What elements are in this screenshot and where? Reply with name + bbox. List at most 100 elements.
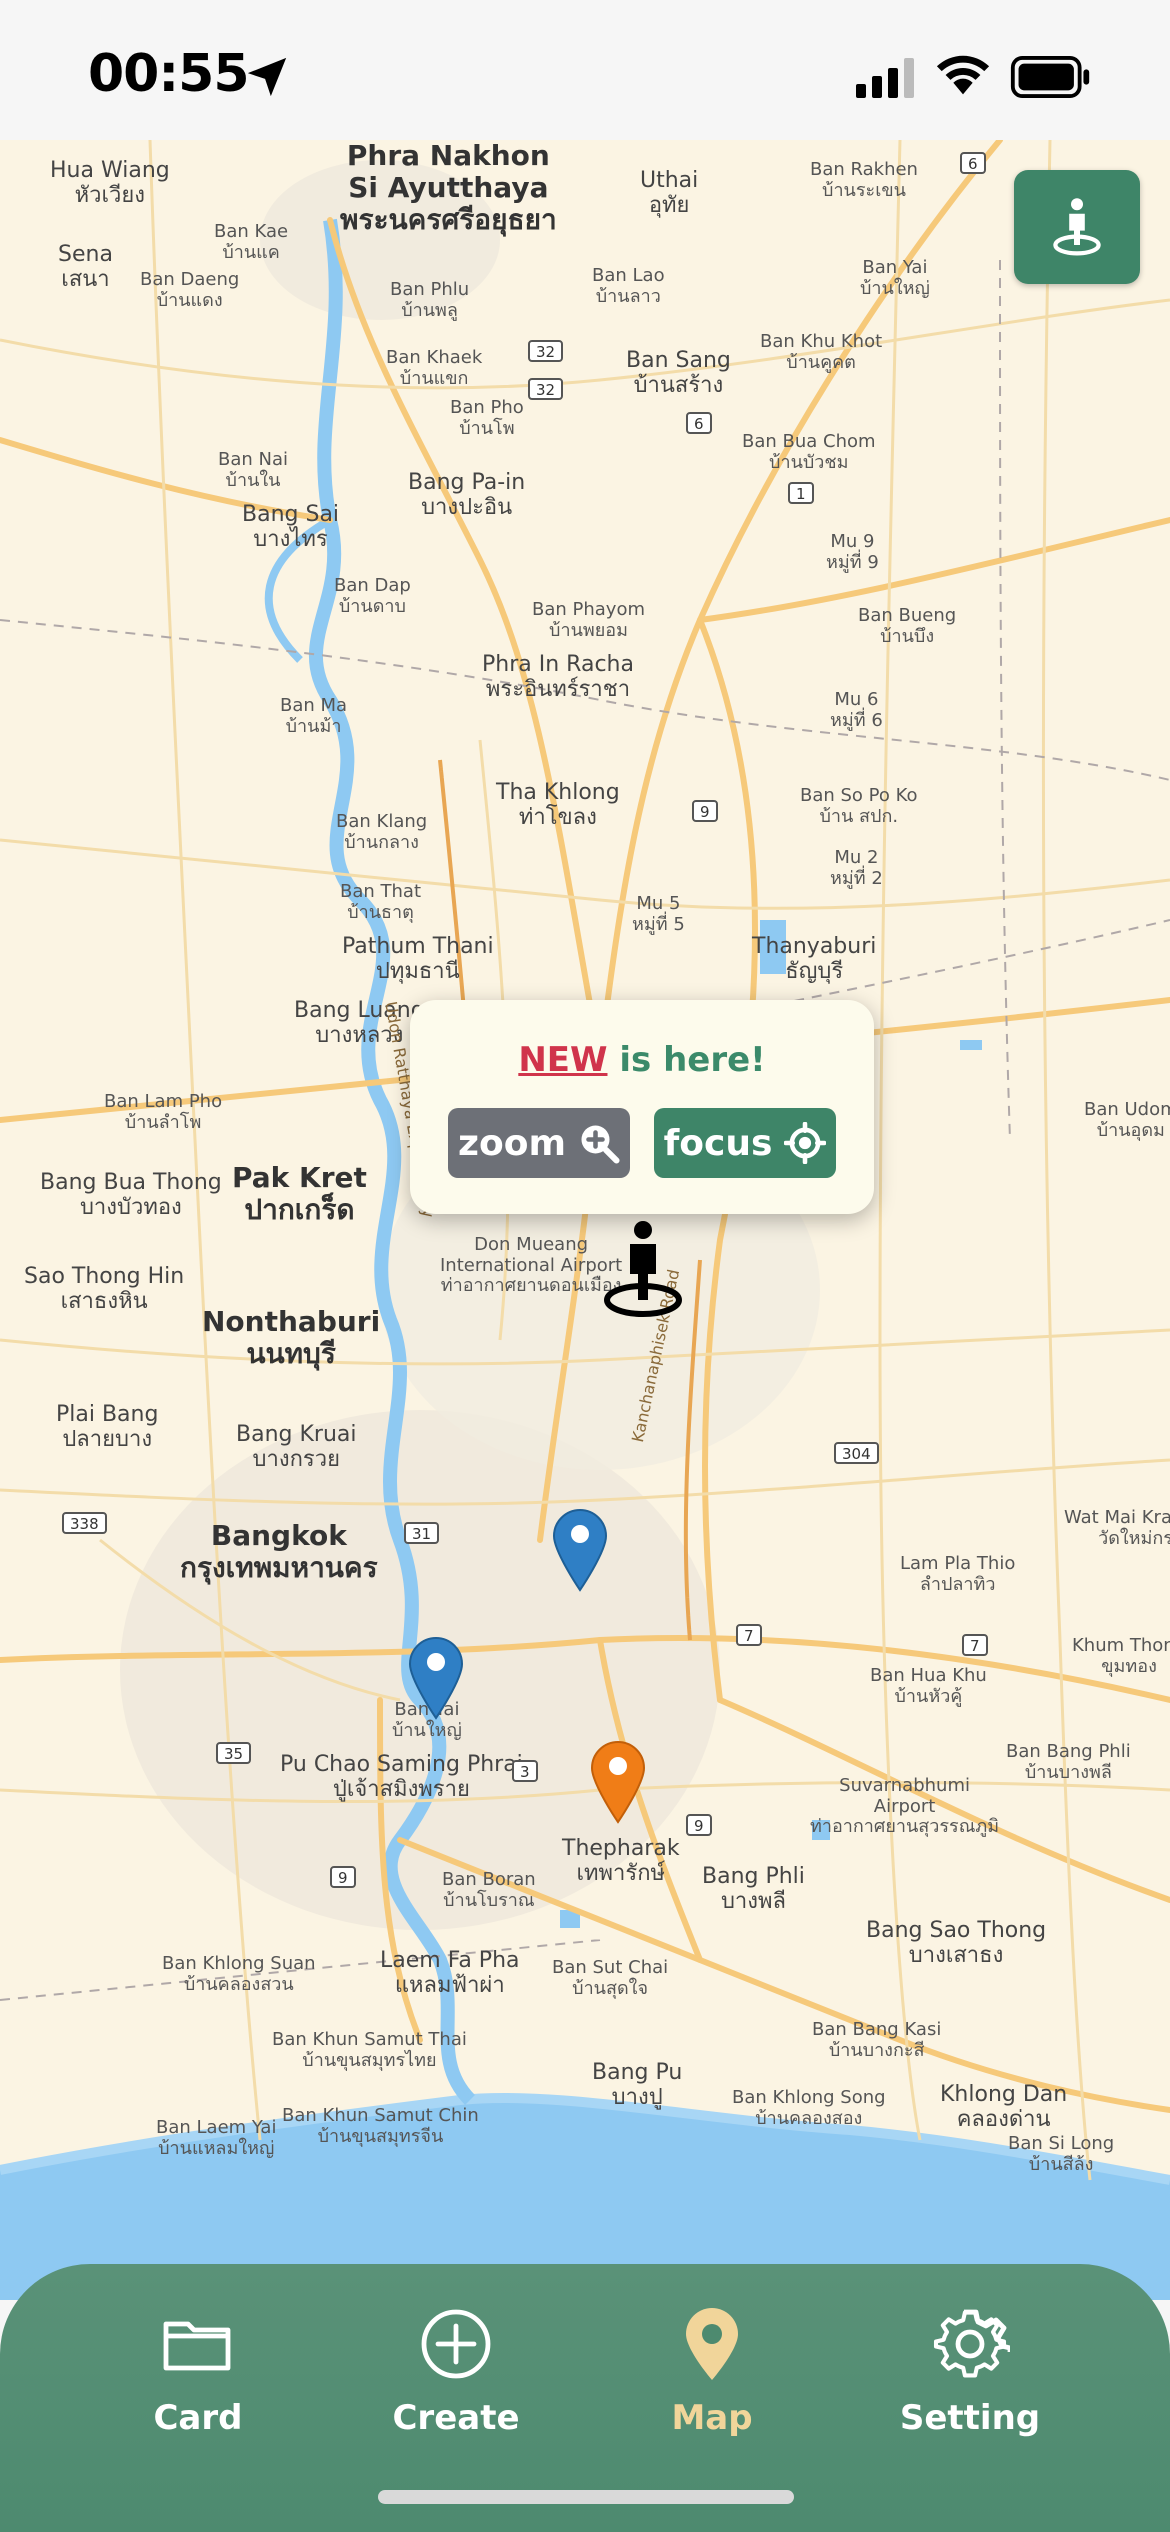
map-place-label: Ban Nai บ้านใน (218, 449, 289, 491)
map-place-label: Uthai อุทัย (640, 168, 699, 219)
route-shield: 9 (686, 1814, 712, 1836)
map-place-label: Mu 5 หมู่ที่ 5 (632, 893, 685, 935)
map-place-label: Ban Pho บ้านโพ (450, 397, 524, 439)
status-bar: 00:55 (0, 0, 1170, 140)
map-place-label: Suvarnabhumi Airport ท่าอากาศยานสุวรรณภูมิ (810, 1775, 1000, 1838)
map-view[interactable]: Phra Nakhon Si Ayutthaya พระนครศรีอยุธยา Hu… (0, 140, 1170, 2300)
map-place-label: Bang Bua Thong บางบัวทอง (40, 1170, 222, 1221)
map-place-label: Ban Bua Chom บ้านบัวชม (742, 431, 876, 473)
route-shield: 338 (62, 1512, 107, 1534)
map-place-label: Mu 9 หมู่ที่ 9 (826, 531, 879, 573)
map-place-label: Bang Phli บางพลี (702, 1864, 805, 1915)
map-pin-marker[interactable] (552, 1508, 608, 1592)
my-location-button[interactable] (1014, 170, 1140, 284)
map-place-label: Ban Kae บ้านแค (214, 221, 289, 263)
tab-map[interactable]: Map (612, 2304, 812, 2454)
map-place-label: Ban So Po Ko บ้าน สปก. (800, 785, 918, 827)
tab-setting-label: Setting (899, 2398, 1041, 2438)
plus-circle-icon (421, 2309, 491, 2379)
user-location-icon (604, 1221, 682, 1317)
water-patch (960, 1040, 982, 1050)
map-pin-marker[interactable] (408, 1636, 464, 1720)
zoom-button-label: zoom (458, 1122, 566, 1164)
status-time: 00:55 (88, 44, 250, 104)
route-shield: 6 (686, 412, 712, 434)
map-place-label: Ban Bueng บ้านบึง (858, 605, 957, 647)
map-place-label: Bangkok กรุงเทพมหานคร (180, 1519, 378, 1585)
map-place-label: Ban Rakhen บ้านระเขน (810, 159, 918, 201)
map-place-label: Don Mueang International Airport ท่าอากาศย… (440, 1234, 623, 1297)
route-shield: 7 (736, 1624, 762, 1646)
focus-button[interactable]: focus (654, 1108, 836, 1178)
route-shield: 3 (512, 1760, 538, 1782)
map-place-label: Thepharak เทพารักษ์ (562, 1836, 680, 1887)
map-place-label: Ban Daeng บ้านแดง (140, 269, 240, 311)
map-place-label: Tha Khlong ท่าโขลง (496, 780, 620, 831)
tab-setting[interactable]: Setting (870, 2304, 1070, 2454)
map-place-label: Ban Boran บ้านโบราณ (442, 1869, 536, 1911)
map-place-label: Sao Thong Hin เสาธงหิน (24, 1264, 185, 1315)
map-place-label: Ban Khlong Song บ้านคลองสอง (732, 2087, 886, 2129)
map-place-label: Ban Hua Khu บ้านหัวคู้ (870, 1665, 987, 1707)
map-place-label: Ban Khun Samut Chin บ้านขุนสมุทรจีน (282, 2105, 479, 2147)
map-place-label: Mu 2 หมู่ที่ 2 (830, 847, 883, 889)
route-shield: 9 (330, 1866, 356, 1888)
map-place-label: Ban Lao บ้านลาว (592, 265, 665, 307)
map-place-label: Bang Sai บางไทร (242, 502, 340, 553)
map-place-label: Bang Sao Thong บางเสาธง (866, 1918, 1047, 1969)
map-place-label: Hua Wiang หัวเวียง (50, 158, 170, 209)
map-place-label: Wat Mai Krathum Lomวัดใหม่กระทุ่มล้ม (1064, 1507, 1170, 1549)
map-place-label: Ban Phlu บ้านพลู (390, 279, 470, 321)
tab-card[interactable]: Card (98, 2304, 298, 2454)
map-place-label: Phra In Racha พระอินทร์ราชา (482, 652, 634, 703)
map-place-label: Ban Khlong Suan บ้านคลองสวน (162, 1953, 316, 1995)
map-pin-marker[interactable] (590, 1740, 646, 1824)
map-place-label: Ban Laem Yai บ้านแหลมใหญ่ (156, 2117, 277, 2159)
route-shield: 1 (788, 482, 814, 504)
crosshair-icon (784, 1122, 827, 1164)
tab-create[interactable]: Create (356, 2304, 556, 2454)
route-shield: 32 (528, 378, 564, 400)
map-place-label: Ban Si Long บ้านสีล้ง (1008, 2133, 1115, 2175)
route-shield: 35 (216, 1742, 252, 1764)
route-shield: 304 (834, 1442, 879, 1464)
map-pin-icon (686, 2308, 738, 2380)
map-place-label: Khlong Dan คลองด่าน (940, 2082, 1068, 2133)
map-place-label: Pathum Thani ปทุมธานี (342, 934, 494, 985)
map-place-label: Ban Khaek บ้านแขก (386, 347, 483, 389)
map-place-label: Lam Pla Thio ลำปลาทิว (900, 1553, 1016, 1595)
map-place-label: Ban Yai บ้านใหญ่ (860, 257, 930, 299)
location-arrow-icon (247, 57, 287, 97)
map-place-label: Ban Sang บ้านสร้าง (626, 348, 731, 399)
route-shield: 9 (692, 800, 718, 822)
map-place-label: Ban Lam Pho บ้านลำโพ (104, 1091, 223, 1133)
map-place-label: Ban Bang Phli บ้านบางพลี (1006, 1741, 1131, 1783)
map-place-label: Sena เสนา (58, 242, 113, 293)
new-link[interactable]: NEW (518, 1040, 607, 1080)
battery-icon (1010, 56, 1090, 98)
map-place-label: Ban Sut Chai บ้านสุดใจ (552, 1957, 669, 1999)
route-shield: 32 (528, 340, 564, 362)
home-indicator (378, 2490, 794, 2504)
map-place-label: Phra Nakhon Si Ayutthaya พระนครศรีอยุธยา (340, 140, 557, 237)
map-place-label: Khum Thongขุมทอง (1072, 1635, 1170, 1677)
focus-button-label: focus (663, 1122, 773, 1164)
map-place-label: Ban Dap บ้านดาบ (334, 575, 411, 617)
map-place-label: Ban Phayom บ้านพยอม (532, 599, 646, 641)
tab-map-label: Map (671, 2398, 753, 2438)
map-place-label: Ban Udom บ้านอุดม (1084, 1099, 1170, 1141)
zoom-button[interactable]: zoom (448, 1108, 630, 1178)
tab-card-label: Card (153, 2398, 243, 2438)
map-place-label: Ban That บ้านธาตุ (340, 881, 421, 923)
map-place-label: Ban Khun Samut Thai บ้านขุนสมุทรไทย (272, 2029, 467, 2071)
map-place-label: Ban Bang Kasi บ้านบางกะสี (812, 2019, 942, 2061)
folder-icon (163, 2321, 231, 2371)
popup-title: NEW is here! (410, 1040, 874, 1080)
map-place-label: Ban Ma บ้านม้า (280, 695, 348, 737)
route-shield: 7 (962, 1634, 988, 1656)
route-shield: 6 (960, 152, 986, 174)
map-place-label: Laem Fa Pha แหลมฟ้าผ่า (380, 1948, 520, 1999)
cellular-signal-icon (856, 58, 914, 98)
map-place-label: Plai Bang ปลายบาง (56, 1402, 159, 1453)
tab-create-label: Create (392, 2398, 520, 2438)
